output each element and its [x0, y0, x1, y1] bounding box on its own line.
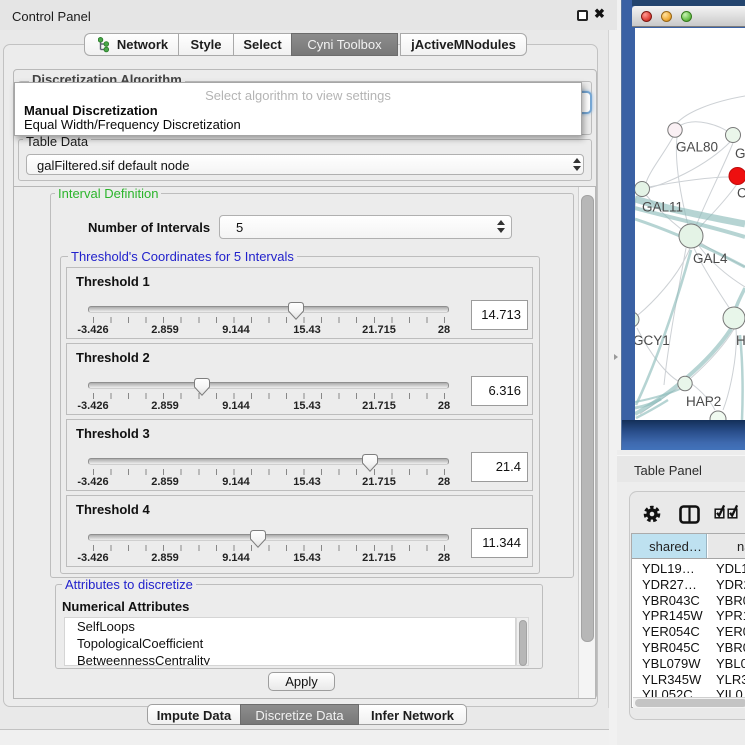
- svg-text:HAP2: HAP2: [686, 394, 721, 409]
- svg-text:GAL11: GAL11: [642, 200, 683, 215]
- svg-text:HIS4: HIS4: [736, 333, 745, 348]
- svg-text:CRP: CRP: [737, 186, 745, 201]
- svg-text:GCY1: GCY1: [635, 333, 670, 348]
- svg-text:GAL2: GAL2: [735, 146, 745, 161]
- svg-text:GAL4: GAL4: [693, 251, 728, 266]
- svg-text:GAL80: GAL80: [676, 140, 718, 155]
